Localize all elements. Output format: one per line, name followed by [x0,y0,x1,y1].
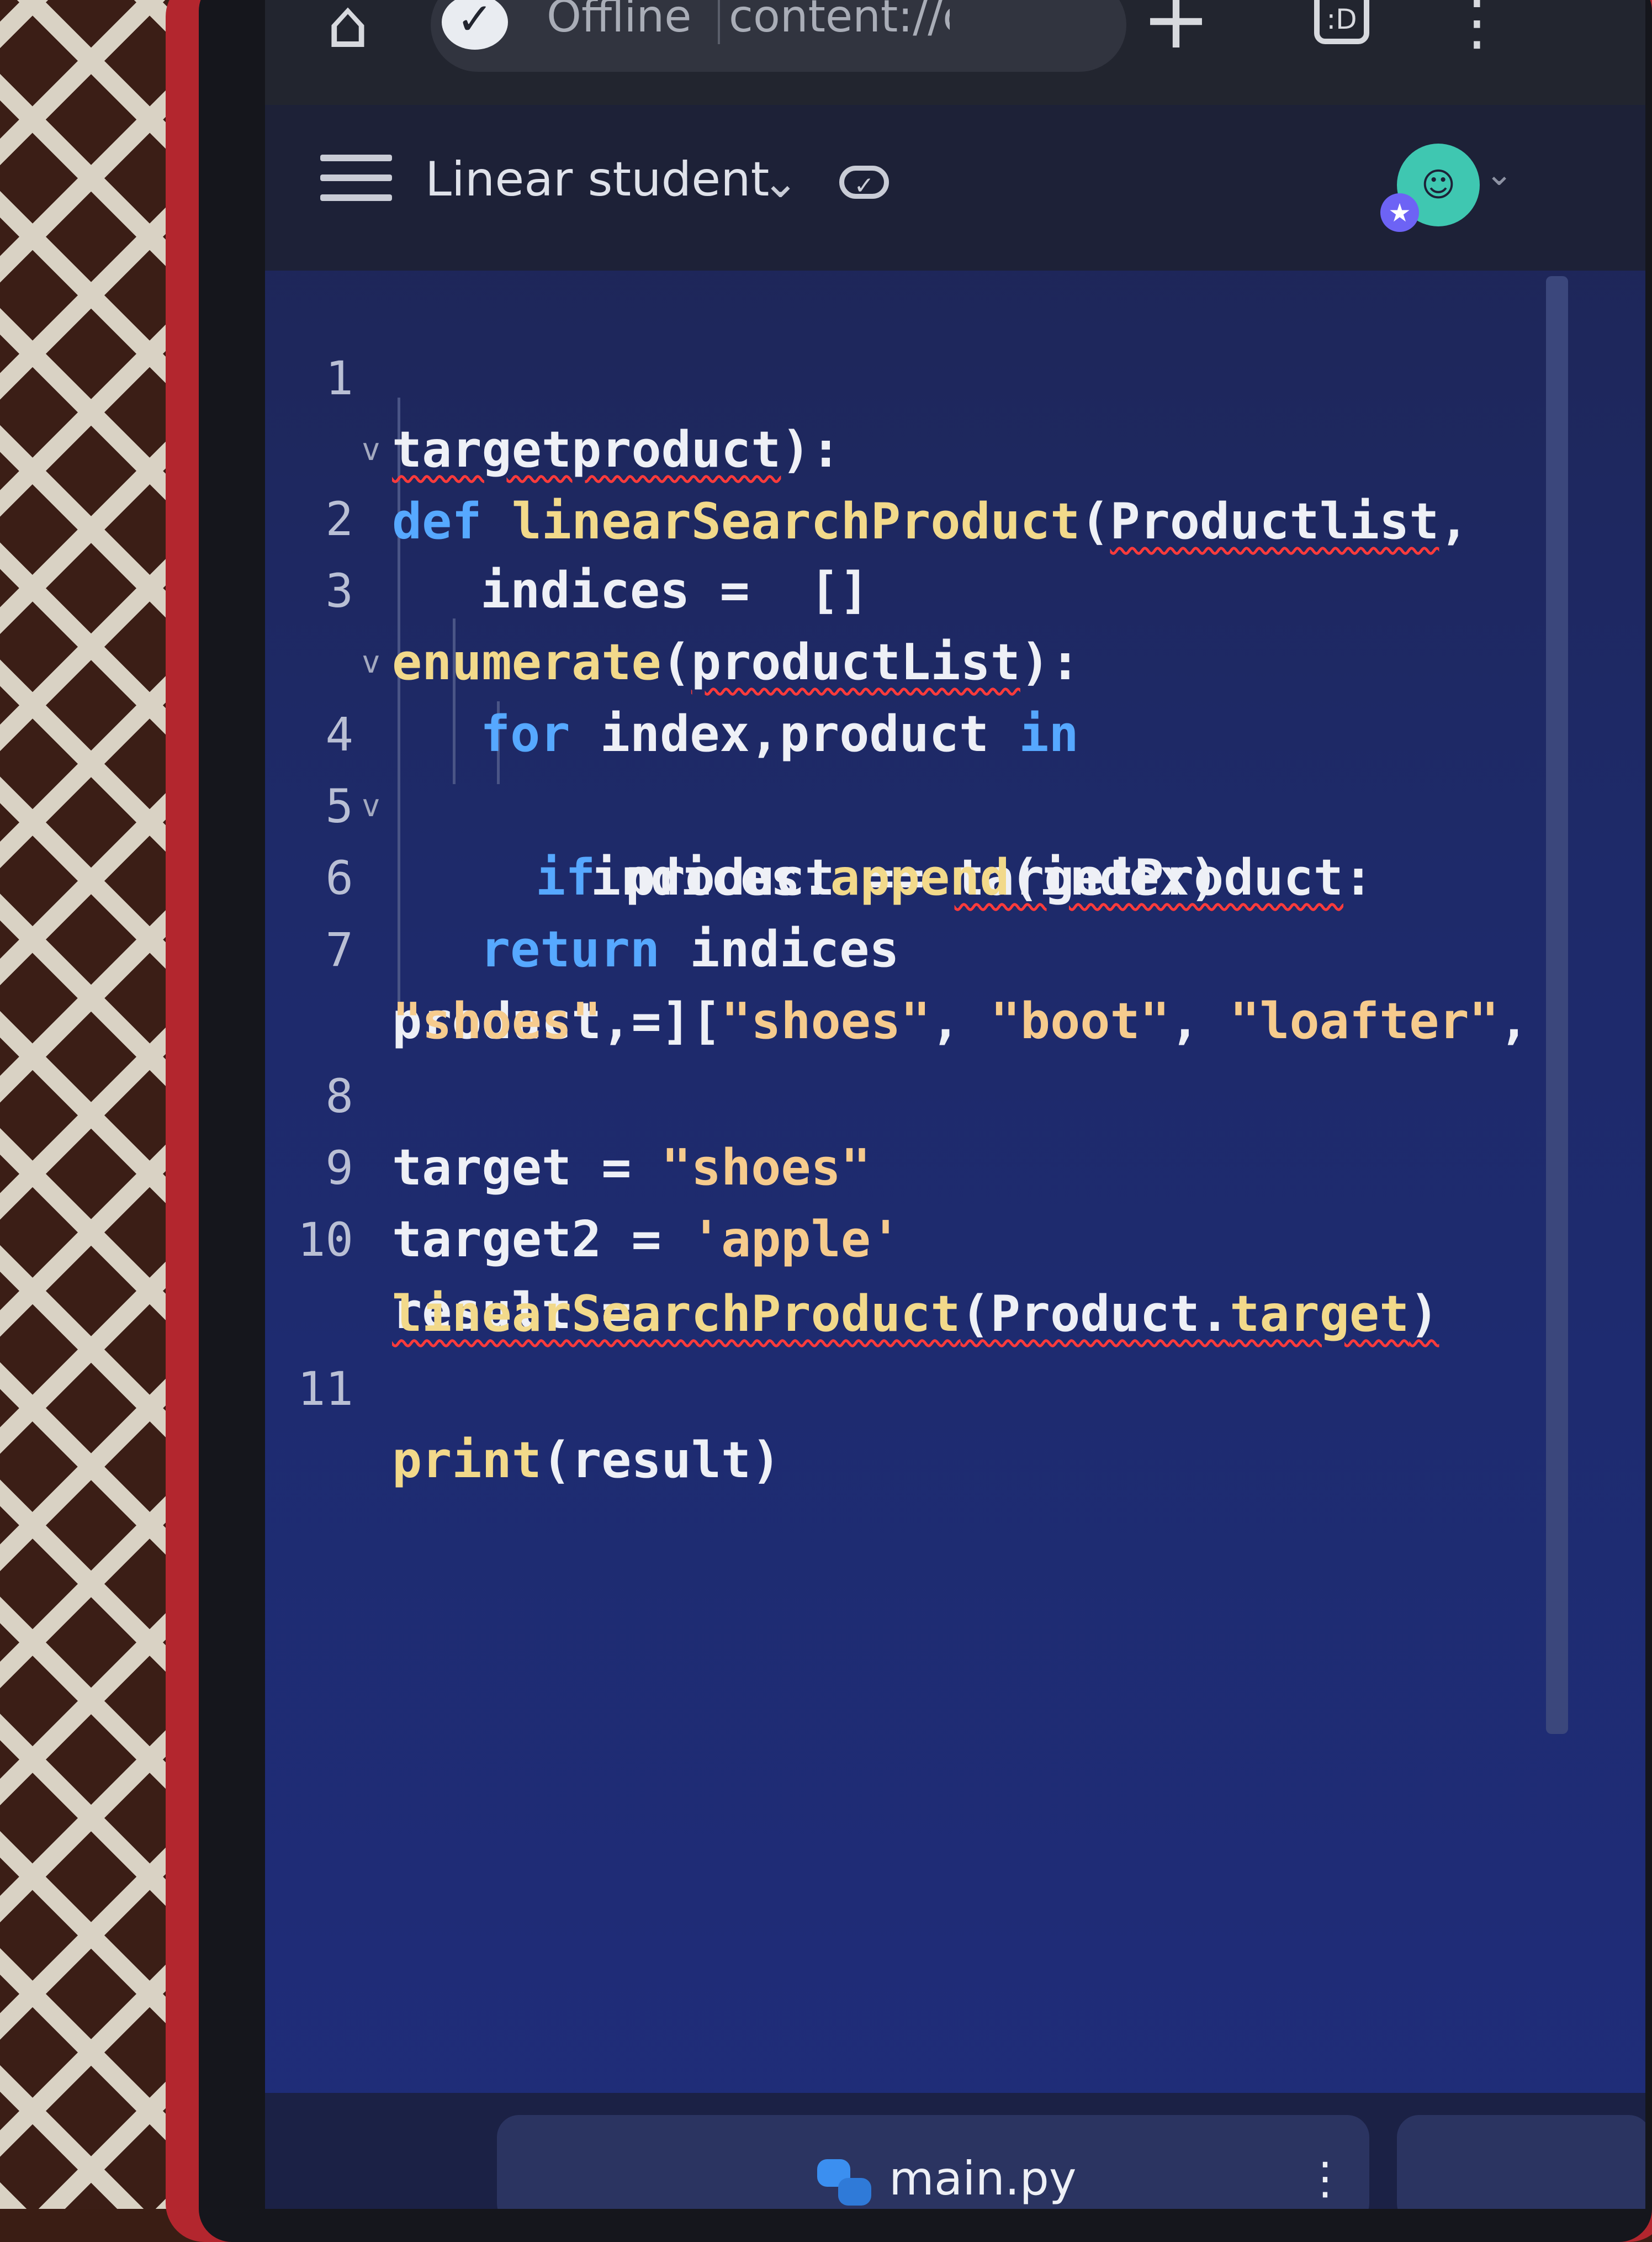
browser-toolbar: ⌂ ✓ Offline content://com. + :D ⋮ [265,0,1645,105]
code-text: print(result) [392,1431,781,1489]
line-number: 11 [297,1362,353,1416]
home-icon[interactable]: ⌂ [309,0,386,58]
code-line-1[interactable]: 1 v def linearSearchProduct(Productlist, [265,271,1535,551]
more-vert-icon[interactable]: ⋮ [1447,0,1507,55]
python-icon [817,2159,872,2209]
app-header: Linear student ⌄ ✓ ☺ ★ ⌄ [265,105,1645,271]
avatar-chevron-icon[interactable]: ⌄ [1485,155,1513,193]
url-divider [718,0,720,44]
background-fabric [0,0,182,2209]
chevron-down-icon[interactable]: ⌄ [762,149,799,215]
cloud-check-icon: ✓ [839,166,889,200]
code-line-10-wrap[interactable]: linearSearchProduct(Product.target) [265,1207,1535,1343]
file-tab-next[interactable] [1397,2115,1645,2209]
code-line-8[interactable]: 8 target = "shoes" [265,988,1535,1197]
star-badge-icon: ★ [1380,193,1419,232]
code-line-11[interactable]: 11 print(result) [265,1281,1535,1489]
phone-screen: ⌂ ✓ Offline content://com. + :D ⋮ Linear… [265,0,1645,2209]
project-title[interactable]: Linear student [425,144,769,215]
offline-status: Offline [547,0,692,42]
code-line-3[interactable]: 3 v for index,product in [265,483,1535,763]
plus-icon[interactable]: + [1137,0,1215,61]
code-editor[interactable]: 1 v def linearSearchProduct(Productlist,… [265,271,1590,2049]
code-line-7[interactable]: 7 product = ["shoes", "boot", "loafter", [265,842,1535,1050]
hamburger-icon[interactable] [320,155,392,210]
code-line-10[interactable]: 10 result = [265,1132,1535,1340]
filename-label[interactable]: main.py [889,2148,1077,2209]
code-line-5[interactable]: 5 indices.append(index) [265,699,1535,907]
code-line-6[interactable]: 6 return indices [265,770,1535,979]
more-vert-icon[interactable]: ⋮ [1303,2148,1347,2209]
code-line-7-wrap[interactable]: "shoes", ] [265,914,1535,1050]
scrollbar[interactable] [1546,276,1568,1734]
code-line-2[interactable]: 2 indices = [] [265,411,1535,620]
code-line-9[interactable]: 9 target2 = 'apple' [265,1060,1535,1268]
code-line-3-wrap[interactable]: enumerate(productList): [265,555,1535,691]
file-tab-bar: main.py ⋮ [265,2093,1645,2209]
code-line-1-wrap[interactable]: targetproduct): [265,342,1535,479]
tabs-count: :D [1326,3,1357,35]
url-text[interactable]: content://com. [729,0,950,44]
code-line-4[interactable]: 4 v if product == targetProduct: [265,627,1535,907]
tab-switcher-icon[interactable]: :D [1314,0,1369,44]
